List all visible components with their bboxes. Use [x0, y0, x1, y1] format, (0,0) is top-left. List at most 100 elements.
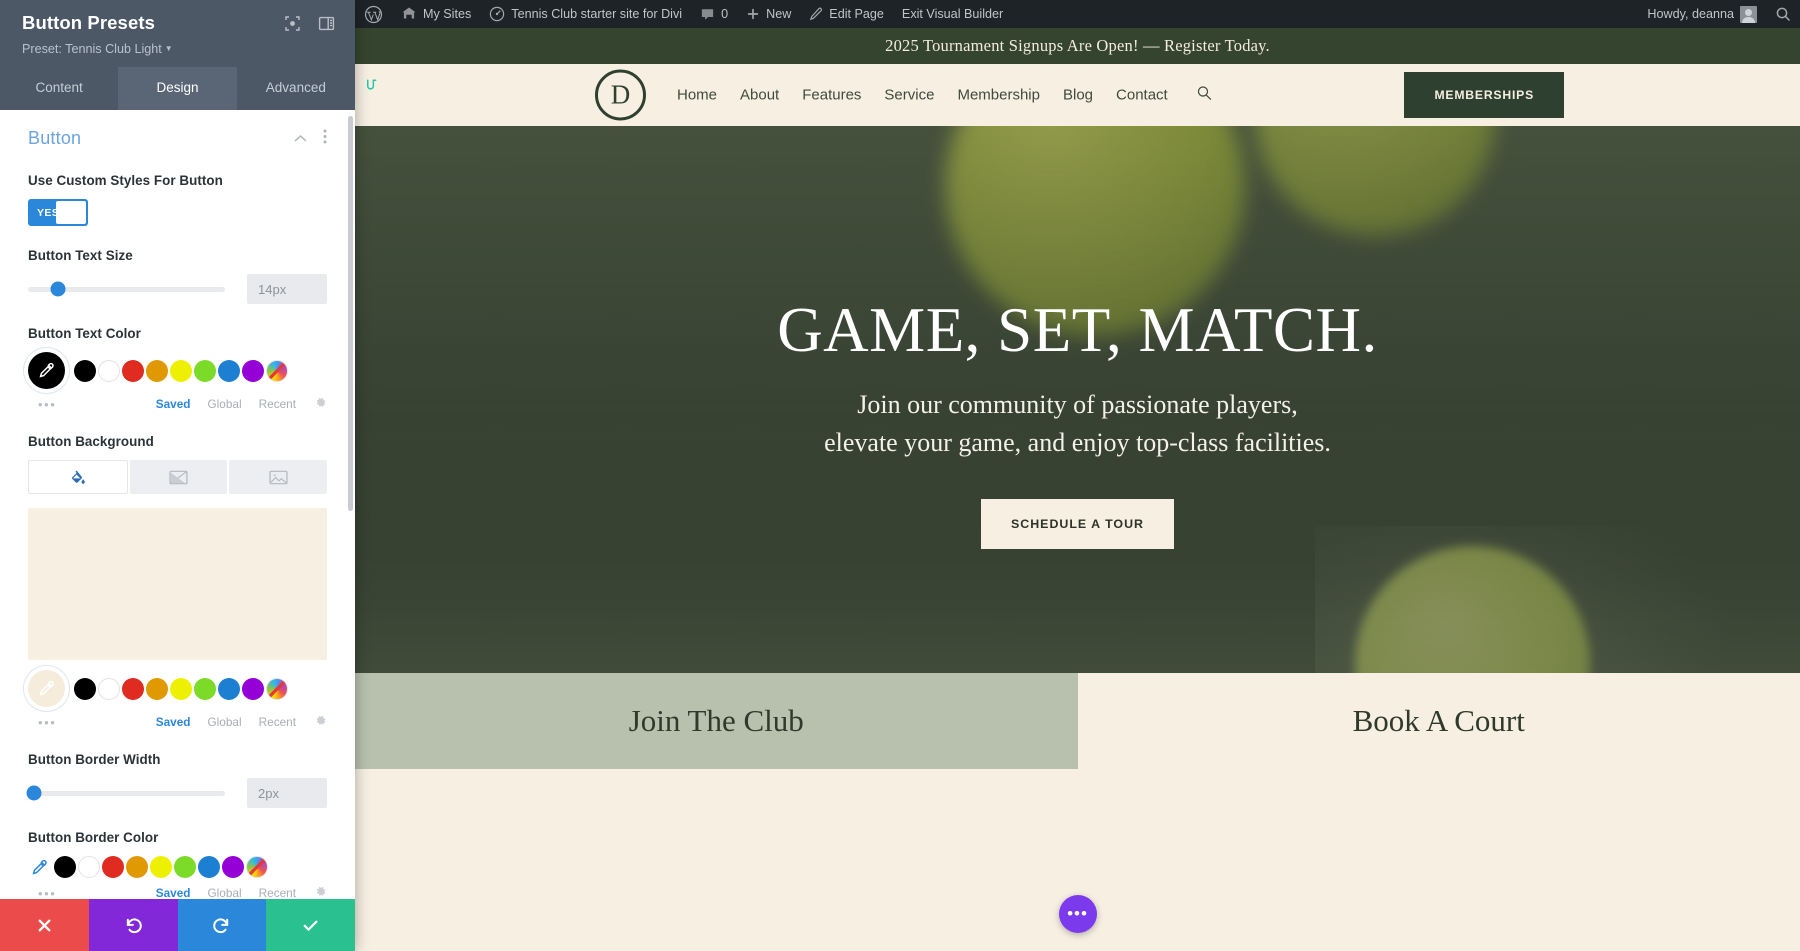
border-color-more-dots-icon[interactable]: ••• — [38, 886, 56, 899]
border-swatch-green[interactable] — [174, 856, 196, 879]
bg-gear-icon[interactable] — [314, 714, 327, 730]
bg-swatch-white[interactable] — [98, 677, 120, 700]
bg-swatch-black[interactable] — [74, 677, 96, 700]
slider-handle[interactable] — [50, 281, 66, 297]
my-sites-menu[interactable]: My Sites — [392, 0, 480, 28]
nav-item-home[interactable]: Home — [677, 87, 717, 104]
hero-subtitle-line1: Join our community of passionate players… — [857, 390, 1298, 420]
border-color-picker-eyedropper[interactable] — [28, 856, 50, 878]
field-button-text-color: Button Text Color ••• Saved Global Recen… — [28, 326, 327, 412]
swatch-red[interactable] — [122, 359, 144, 382]
book-a-court-cell[interactable]: Book A Court — [1077, 673, 1800, 769]
swatch-orange[interactable] — [146, 359, 168, 382]
chevron-up-icon[interactable] — [294, 130, 307, 148]
bg-swatch-yellow[interactable] — [170, 677, 192, 700]
memberships-button[interactable]: MEMBERSHIPS — [1404, 72, 1564, 118]
hero-content: GAME, SET, MATCH. Join our community of … — [355, 296, 1800, 550]
comments-menu[interactable]: 0 — [691, 0, 737, 28]
background-gradient-tab[interactable] — [129, 460, 228, 495]
border-swatch-purple[interactable] — [222, 856, 244, 879]
background-color-tab[interactable] — [28, 460, 128, 495]
logo-letter: D — [595, 69, 646, 121]
bg-swatch-custom-color[interactable] — [266, 677, 288, 700]
color-tab-recent[interactable]: Recent — [259, 397, 296, 411]
border-swatch-blue[interactable] — [198, 856, 220, 879]
site-logo[interactable]: D — [595, 69, 646, 121]
bg-swatch-purple[interactable] — [242, 677, 264, 700]
border-swatch-custom-color[interactable] — [246, 856, 268, 879]
button-border-width-label: Button Border Width — [28, 752, 161, 768]
button-text-size-input[interactable] — [247, 274, 327, 305]
color-tab-global[interactable]: Global — [208, 397, 242, 411]
exit-visual-builder-link[interactable]: Exit Visual Builder — [893, 0, 1012, 28]
color-more-dots-icon[interactable]: ••• — [38, 397, 56, 412]
undo-button[interactable] — [88, 899, 178, 951]
swatch-purple[interactable] — [242, 359, 264, 382]
save-button[interactable] — [266, 899, 355, 951]
preset-selector[interactable]: Preset: Tennis Club Light ▼ — [22, 42, 335, 67]
tab-content[interactable]: Content — [0, 67, 118, 110]
focus-icon[interactable] — [284, 15, 301, 32]
split-banner: Join The Club Book A Court — [355, 673, 1800, 769]
schedule-a-tour-button[interactable]: SCHEDULE A TOUR — [981, 499, 1174, 550]
search-button[interactable] — [1766, 0, 1800, 28]
layout-icon[interactable] — [318, 15, 335, 32]
border-color-tab-recent[interactable]: Recent — [259, 886, 296, 899]
use-custom-styles-toggle[interactable]: YES — [28, 199, 88, 227]
site-name-menu[interactable]: Tennis Club starter site for Divi — [480, 0, 691, 28]
redo-button[interactable] — [177, 899, 267, 951]
gear-icon[interactable] — [314, 396, 327, 412]
border-swatch-white[interactable] — [78, 856, 100, 879]
swatch-yellow[interactable] — [170, 359, 192, 382]
bg-swatch-green[interactable] — [194, 677, 216, 700]
bg-color-tab-recent[interactable]: Recent — [259, 715, 296, 729]
border-color-tab-saved[interactable]: Saved — [156, 886, 191, 899]
swatch-black[interactable] — [74, 359, 96, 382]
border-width-slider-handle[interactable] — [26, 785, 42, 801]
nav-item-membership[interactable]: Membership — [957, 87, 1040, 104]
promo-bar[interactable]: 2025 Tournament Signups Are Open! — Regi… — [355, 28, 1800, 64]
bg-color-tab-saved[interactable]: Saved — [156, 715, 191, 729]
tab-advanced[interactable]: Advanced — [237, 67, 355, 110]
bg-swatch-red[interactable] — [122, 677, 144, 700]
button-background-preview[interactable] — [28, 508, 327, 661]
color-picker-eyedropper[interactable] — [28, 352, 65, 390]
user-account-menu[interactable]: Howdy, deanna — [1638, 0, 1766, 28]
swatch-custom-color[interactable] — [266, 359, 288, 382]
tab-design[interactable]: Design — [118, 67, 237, 111]
background-color-picker-eyedropper[interactable] — [28, 670, 65, 708]
bg-swatch-blue[interactable] — [218, 677, 240, 700]
background-image-tab[interactable] — [229, 460, 328, 495]
button-border-width-slider[interactable] — [26, 785, 225, 801]
edit-page-link[interactable]: Edit Page — [800, 0, 893, 28]
border-swatch-orange[interactable] — [126, 856, 148, 879]
nav-item-blog[interactable]: Blog — [1063, 87, 1093, 104]
nav-item-features[interactable]: Features — [802, 87, 861, 104]
section-more-icon[interactable] — [323, 129, 327, 149]
join-the-club-cell[interactable]: Join The Club — [355, 673, 1078, 769]
border-gear-icon[interactable] — [314, 885, 327, 899]
new-content-menu[interactable]: New — [737, 0, 800, 28]
color-tab-saved[interactable]: Saved — [156, 397, 191, 411]
bg-color-more-dots-icon[interactable]: ••• — [38, 715, 56, 730]
button-text-size-slider[interactable] — [28, 281, 225, 297]
page-settings-fab[interactable]: ••• — [1058, 895, 1097, 933]
border-swatch-yellow[interactable] — [150, 856, 172, 879]
border-swatch-red[interactable] — [102, 856, 124, 879]
panel-scrollbar[interactable] — [348, 116, 353, 512]
close-button[interactable] — [0, 899, 89, 951]
border-color-tab-global[interactable]: Global — [208, 886, 242, 899]
nav-item-contact[interactable]: Contact — [1116, 87, 1168, 104]
bg-color-tab-global[interactable]: Global — [208, 715, 242, 729]
nav-item-about[interactable]: About — [740, 87, 779, 104]
button-border-width-input[interactable] — [247, 778, 327, 809]
swatch-white[interactable] — [98, 359, 120, 382]
nav-item-service[interactable]: Service — [884, 87, 934, 104]
nav-search-icon[interactable] — [1196, 85, 1213, 106]
swatch-blue[interactable] — [218, 359, 240, 382]
wp-logo-menu[interactable] — [355, 0, 392, 28]
swatch-green[interactable] — [194, 359, 216, 382]
divi-builder-tab-icon[interactable] — [355, 68, 387, 100]
bg-swatch-orange[interactable] — [146, 677, 168, 700]
border-swatch-black[interactable] — [54, 856, 76, 879]
